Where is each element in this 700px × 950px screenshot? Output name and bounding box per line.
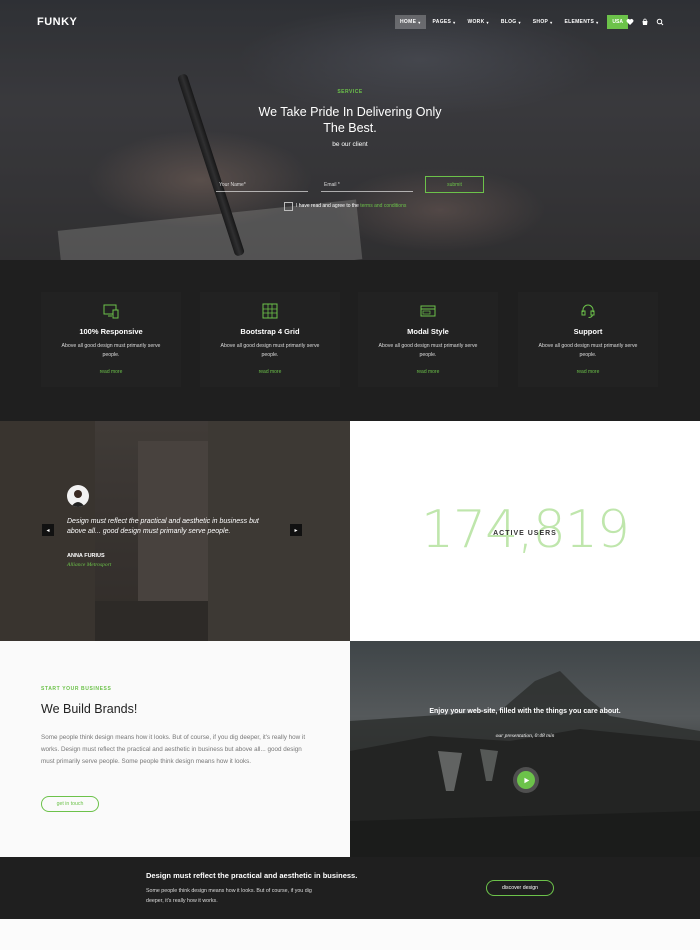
- footer-strip: [0, 919, 700, 950]
- feature-card: Modal Style Above all good design must p…: [358, 292, 498, 387]
- feature-text: Above all good design must primarily ser…: [538, 343, 638, 358]
- avatar: [67, 485, 89, 507]
- video-subtitle: our presentation, 0:48 min: [495, 733, 555, 739]
- brands-eyebrow: START YOUR BUSINESS: [41, 686, 112, 692]
- read-more-link[interactable]: read more: [518, 369, 658, 375]
- discover-design-button[interactable]: discover design: [486, 880, 554, 896]
- nav-elements[interactable]: ELEMENTS ▾: [559, 15, 603, 29]
- read-more-link[interactable]: read more: [358, 369, 498, 375]
- feature-title: Bootstrap 4 Grid: [240, 327, 300, 336]
- submit-button[interactable]: submit: [425, 176, 484, 193]
- video-section: [350, 641, 700, 857]
- window-icon: [420, 305, 436, 317]
- email-input[interactable]: [321, 178, 413, 192]
- feature-title: Support: [573, 327, 603, 336]
- logo[interactable]: FUNKY: [37, 16, 77, 28]
- feature-card: 100% Responsive Above all good design mu…: [41, 292, 181, 387]
- nav-usa-button[interactable]: USA: [607, 15, 628, 29]
- chevron-down-icon: ▾: [453, 19, 456, 25]
- heart-icon[interactable]: [626, 18, 634, 26]
- brands-text: Some people think design means how it lo…: [41, 734, 306, 765]
- brands-title: We Build Brands!: [41, 702, 138, 716]
- chevron-down-icon: ▾: [418, 19, 421, 25]
- read-more-link[interactable]: read more: [200, 369, 340, 375]
- testimonial-company: Alliance Metrosport: [67, 562, 112, 568]
- feature-text: Above all good design must primarily ser…: [61, 343, 161, 358]
- chevron-down-icon: ▾: [596, 19, 599, 25]
- nav-work[interactable]: WORK ▾: [462, 15, 493, 29]
- play-button[interactable]: [517, 771, 535, 789]
- cta-title: Design must reflect the practical and ae…: [146, 871, 358, 880]
- play-icon: [523, 777, 529, 783]
- header-icons: [626, 18, 664, 26]
- testimonial-quote: Design must reflect the practical and ae…: [67, 518, 259, 535]
- feature-title: Modal Style: [407, 327, 449, 336]
- testimonial-name: ANNA FURIUS: [67, 553, 105, 559]
- feature-text: Above all good design must primarily ser…: [378, 343, 478, 358]
- chevron-down-icon: ▾: [518, 19, 521, 25]
- mountain-landscape: [350, 671, 700, 857]
- bag-icon[interactable]: [641, 18, 649, 26]
- name-input[interactable]: [216, 178, 308, 192]
- chevron-down-icon: ▾: [486, 19, 489, 25]
- nav-home[interactable]: HOME ▾: [395, 15, 426, 29]
- grid-icon: [262, 303, 278, 319]
- chevron-left-icon: ◂: [46, 527, 50, 534]
- feature-card: Support Above all good design must prima…: [518, 292, 658, 387]
- prev-arrow-button[interactable]: ◂: [42, 524, 54, 536]
- video-title: Enjoy your web-site, filled with the thi…: [429, 708, 621, 715]
- hero-title: We Take Pride In Delivering Only The Bes…: [258, 105, 442, 135]
- next-arrow-button[interactable]: ▸: [290, 524, 302, 536]
- main-nav: HOME ▾ PAGES ▾ WORK ▾ BLOG ▾ SHOP ▾ ELEMENTS ▾…: [395, 15, 628, 29]
- headset-icon: [581, 304, 595, 318]
- chevron-down-icon: ▾: [550, 19, 553, 25]
- get-in-touch-button[interactable]: get in touch: [41, 796, 99, 812]
- terms-checkbox[interactable]: [284, 202, 293, 211]
- nav-shop[interactable]: SHOP ▾: [528, 15, 558, 29]
- features-section: 100% Responsive Above all good design mu…: [0, 260, 700, 421]
- terms-label: I have read and agree to the terms and c…: [296, 203, 407, 209]
- monitor-mobile-icon: [103, 304, 119, 319]
- chevron-right-icon: ▸: [294, 527, 298, 534]
- hero-eyebrow: SERVICE: [337, 89, 363, 95]
- cta-section: [0, 857, 700, 919]
- hero-subtitle: be our client: [332, 141, 368, 148]
- feature-card: Bootstrap 4 Grid Above all good design m…: [200, 292, 340, 387]
- read-more-link[interactable]: read more: [41, 369, 181, 375]
- person-icon: [71, 490, 85, 507]
- feature-title: 100% Responsive: [79, 327, 143, 336]
- search-icon[interactable]: [656, 18, 664, 26]
- feature-text: Above all good design must primarily ser…: [220, 343, 320, 358]
- cta-text: Some people think design means how it lo…: [146, 888, 312, 904]
- stat-label: ACTIVE USERS: [493, 530, 557, 537]
- nav-blog[interactable]: BLOG ▾: [496, 15, 526, 29]
- nav-pages[interactable]: PAGES ▾: [428, 15, 461, 29]
- terms-link[interactable]: terms and conditions: [360, 203, 406, 209]
